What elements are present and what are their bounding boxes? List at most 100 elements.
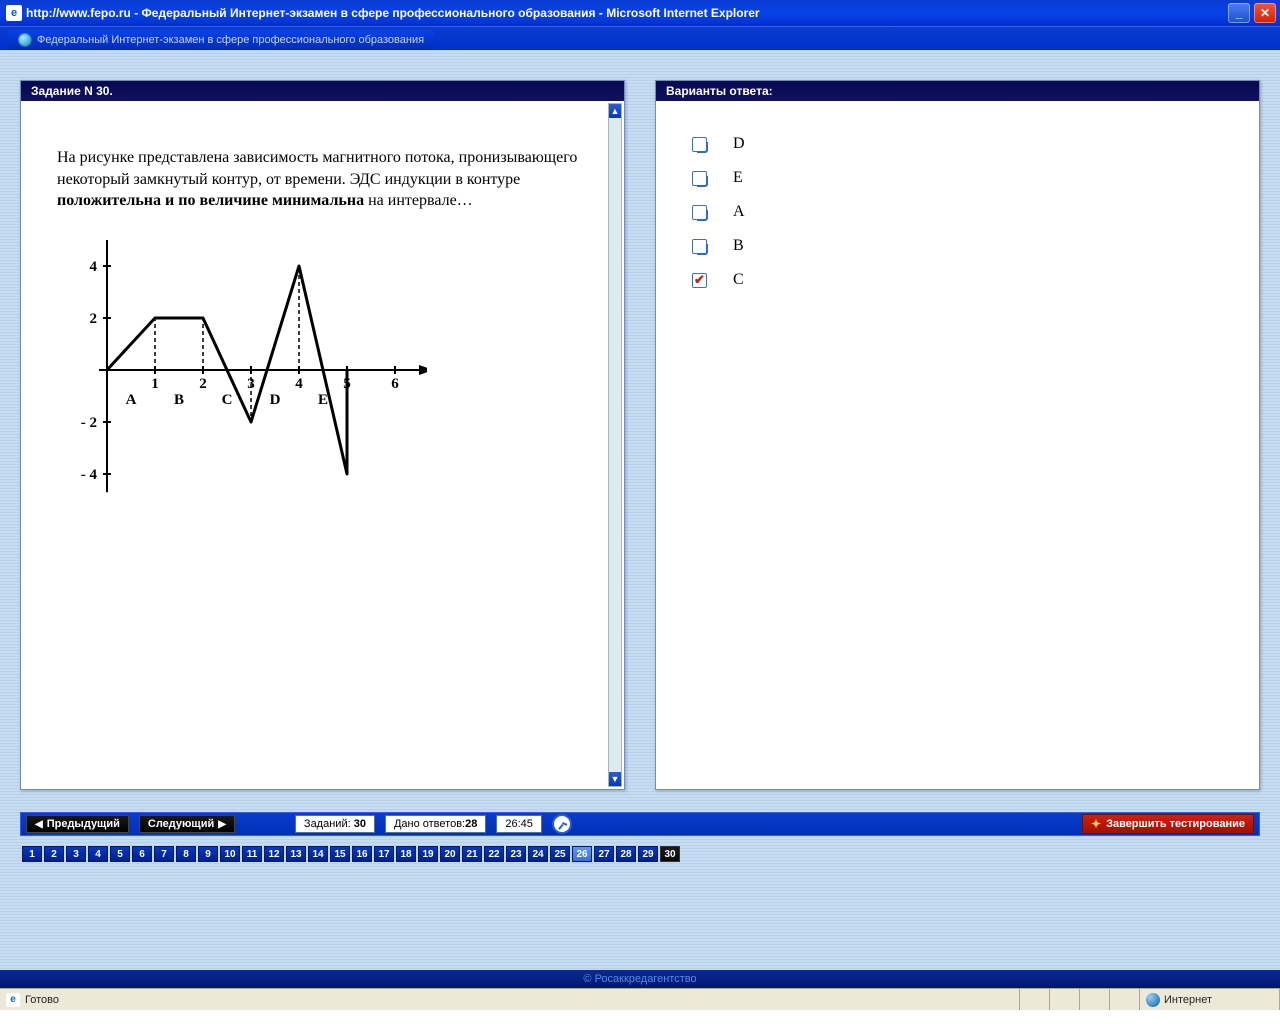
qnum-4[interactable]: 4 [88,846,108,862]
tab-bar: Федеральный Интернет-экзамен в сфере про… [0,26,1280,50]
qnum-18[interactable]: 18 [396,846,416,862]
runner-icon: ✦ [1091,817,1101,831]
status-seg-4 [1110,989,1140,1010]
qnum-12[interactable]: 12 [264,846,284,862]
qnum-24[interactable]: 24 [528,846,548,862]
tasks-pill: Заданий: 30 [295,815,375,833]
qnum-21[interactable]: 21 [462,846,482,862]
window-title: http://www.fepo.ru - Федеральный Интерне… [26,6,1228,20]
status-ready: eГотово [0,989,1020,1010]
answered-pill: Дано ответов:28 [385,815,486,833]
svg-text:4: 4 [295,376,303,392]
question-panel: Задание N 30. На рисунке представлена за… [20,80,625,790]
status-text: Готово [25,994,59,1006]
finish-button[interactable]: ✦ Завершить тестирование [1082,814,1254,834]
answer-option-D[interactable]: D [692,127,1223,161]
status-zone: Интернет [1140,989,1280,1010]
qnum-6[interactable]: 6 [132,846,152,862]
scroll-track[interactable] [609,118,621,772]
answered-label: Дано ответов: [394,818,465,830]
next-button[interactable]: Следующий ▶ [139,815,235,833]
qnum-16[interactable]: 16 [352,846,372,862]
tab-label: Федеральный Интернет-экзамен в сфере про… [37,34,424,46]
qnum-5[interactable]: 5 [110,846,130,862]
answer-option-A[interactable]: A [692,195,1223,229]
scroll-down-button[interactable]: ▼ [609,772,621,786]
svg-text:- 4: - 4 [81,467,98,483]
checkbox-B[interactable] [692,239,707,254]
answers-body: DEABC [656,101,1259,789]
question-text-bold: положительна и по величине минимальна [57,192,364,209]
svg-text:6: 6 [391,376,399,392]
qnum-9[interactable]: 9 [198,846,218,862]
qnum-3[interactable]: 3 [66,846,86,862]
scrollbar[interactable]: ▲ ▼ [608,103,622,787]
question-body: На рисунке представлена зависимость магн… [21,101,624,789]
qnum-26[interactable]: 26 [572,846,592,862]
question-text-after: на интервале… [364,192,473,209]
qnum-13[interactable]: 13 [286,846,306,862]
question-text-before: На рисунке представлена зависимость магн… [57,149,577,188]
question-text: На рисунке представлена зависимость магн… [27,107,618,222]
qnum-23[interactable]: 23 [506,846,526,862]
qnum-20[interactable]: 20 [440,846,460,862]
answer-label: C [733,271,744,289]
qnum-2[interactable]: 2 [44,846,64,862]
svg-text:1: 1 [151,376,159,392]
answers-header: Варианты ответа: [656,81,1259,101]
answer-label: E [733,169,743,187]
qnum-30[interactable]: 30 [660,846,680,862]
status-seg-3 [1080,989,1110,1010]
qnum-17[interactable]: 17 [374,846,394,862]
checkbox-D[interactable] [692,137,707,152]
prev-button[interactable]: ◀Предыдущий [26,815,129,833]
window-titlebar: e http://www.fepo.ru - Федеральный Интер… [0,0,1280,26]
chart-svg: - 4- 224123456ABCDEФ, Вбt, с [57,240,427,500]
qnum-7[interactable]: 7 [154,846,174,862]
qnum-27[interactable]: 27 [594,846,614,862]
timer-pill: 26:45 [496,815,542,833]
browser-tab[interactable]: Федеральный Интернет-экзамен в сфере про… [8,30,434,50]
chart: - 4- 224123456ABCDEФ, Вбt, с [57,240,618,503]
footer-copyright: © Росаккредагентство [0,970,1280,988]
close-button[interactable]: ✕ [1254,3,1276,23]
qnum-29[interactable]: 29 [638,846,658,862]
tasks-value: 30 [354,818,366,830]
status-seg-2 [1050,989,1080,1010]
svg-text:D: D [270,392,281,408]
qnum-15[interactable]: 15 [330,846,350,862]
answer-option-B[interactable]: B [692,229,1223,263]
finish-label: Завершить тестирование [1106,818,1245,830]
answers-list: DEABC [662,107,1253,317]
answer-label: A [733,203,745,221]
qnum-8[interactable]: 8 [176,846,196,862]
globe-icon [18,33,32,47]
minimize-button[interactable]: _ [1228,3,1250,23]
svg-text:- 2: - 2 [81,415,97,431]
checkbox-C[interactable] [692,273,707,288]
svg-text:C: C [222,392,233,408]
scroll-up-button[interactable]: ▲ [609,104,621,118]
qnum-22[interactable]: 22 [484,846,504,862]
next-label: Следующий [148,818,214,830]
svg-text:4: 4 [90,259,98,275]
answer-option-E[interactable]: E [692,161,1223,195]
answer-label: D [733,135,745,153]
svg-text:2: 2 [199,376,207,392]
qnum-28[interactable]: 28 [616,846,636,862]
svg-text:2: 2 [90,311,98,327]
qnum-10[interactable]: 10 [220,846,240,862]
checkbox-E[interactable] [692,171,707,186]
internet-zone-icon [1146,993,1160,1007]
answer-label: B [733,237,744,255]
qnum-11[interactable]: 11 [242,846,262,862]
qnum-25[interactable]: 25 [550,846,570,862]
qnum-14[interactable]: 14 [308,846,328,862]
answer-option-C[interactable]: C [692,263,1223,297]
qnum-1[interactable]: 1 [22,846,42,862]
question-numbers: 1234567891011121314151617181920212223242… [20,846,1260,862]
checkbox-A[interactable] [692,205,707,220]
triangle-right-icon: ▶ [218,819,226,830]
qnum-19[interactable]: 19 [418,846,438,862]
status-bar: eГотово Интернет [0,988,1280,1010]
